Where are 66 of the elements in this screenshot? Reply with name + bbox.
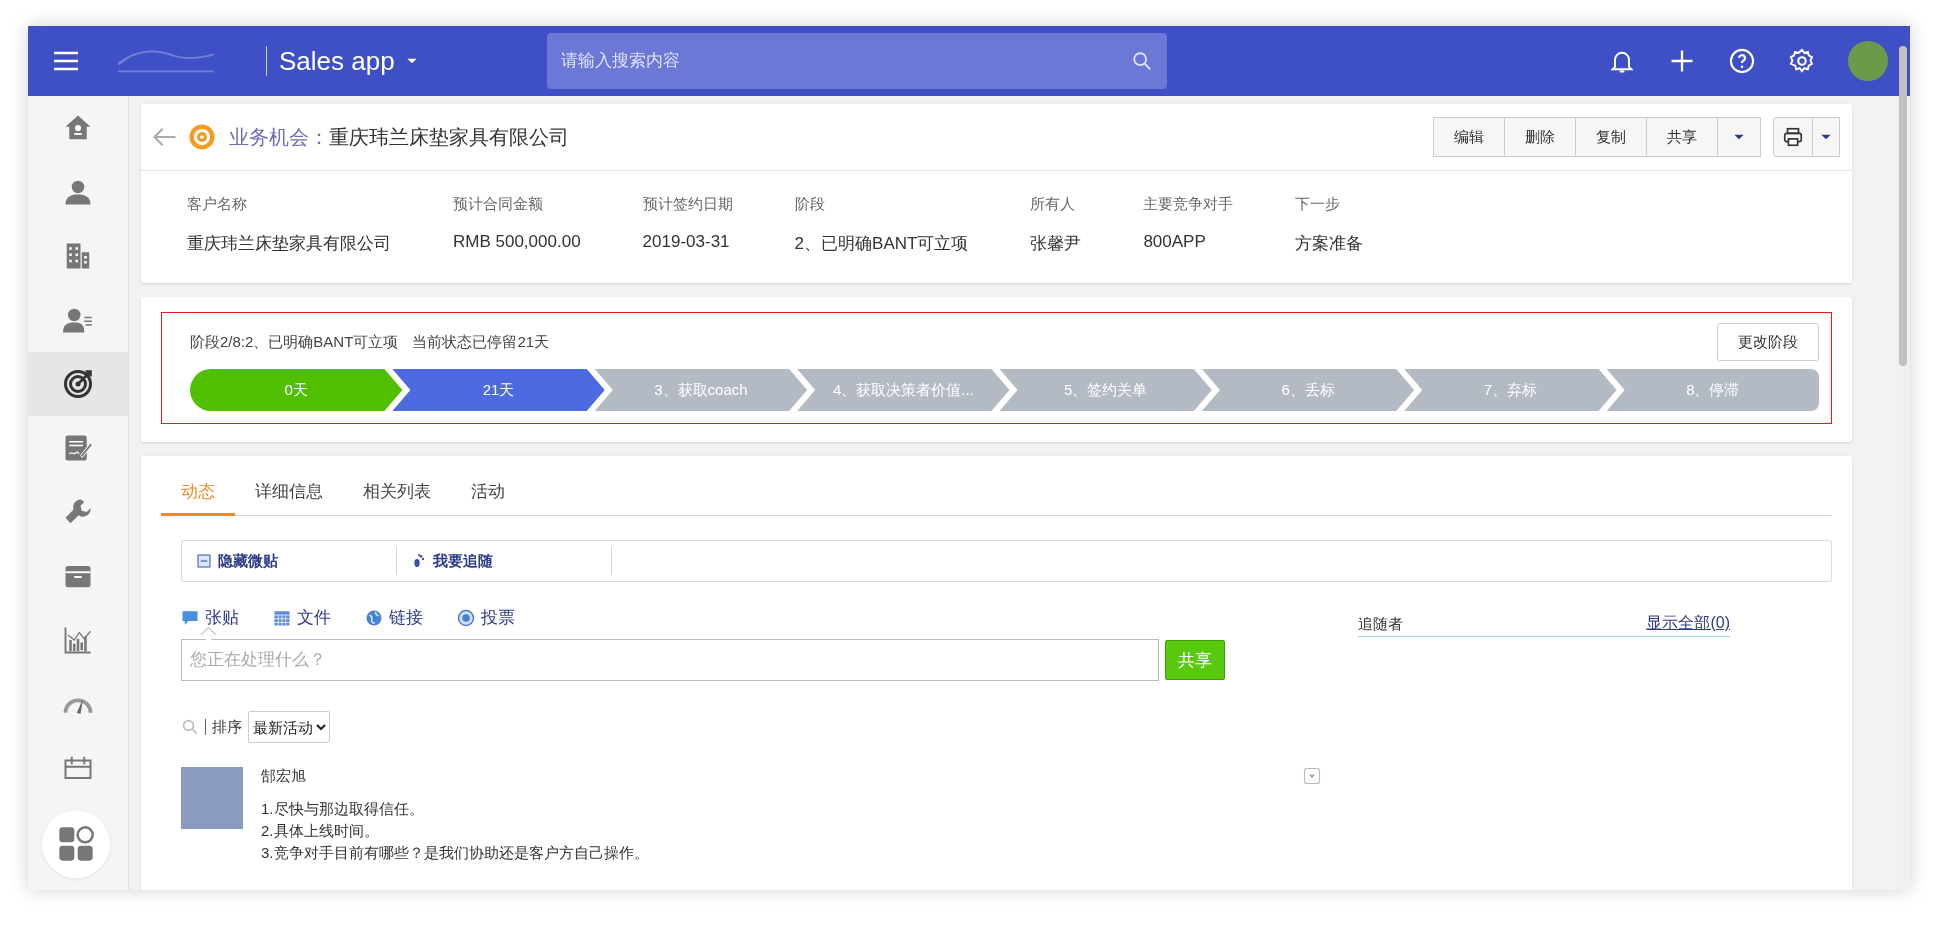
field-label: 预计合同金额 — [453, 195, 544, 214]
record-title: 重庆玮兰床垫家具有限公司 — [329, 124, 569, 150]
printer-icon — [1782, 126, 1804, 148]
app-switcher[interactable]: Sales app — [279, 45, 419, 77]
post-author[interactable]: 郜宏旭 — [261, 767, 306, 786]
photo-placeholder — [181, 767, 243, 829]
post-type-tab[interactable]: 张贴 — [181, 606, 239, 639]
field-label: 客户名称 — [187, 195, 248, 214]
avatar[interactable] — [1848, 41, 1888, 81]
globe-icon — [365, 608, 383, 627]
post-text: 3.竞争对手目前有哪些？是我们协助还是客户方自己操作。 — [261, 843, 650, 863]
collapse-icon — [196, 553, 212, 569]
field-value: 张馨尹 — [1030, 233, 1082, 255]
post-type-tab[interactable]: 文件 — [273, 606, 331, 639]
field-label: 预计签约日期 — [642, 195, 733, 214]
stage-summary: 阶段2/8:2、已明确BANT可立项 — [190, 332, 399, 352]
post-type-tab[interactable]: 投票 — [457, 606, 515, 639]
target-icon — [187, 122, 217, 152]
document-pen-icon — [63, 433, 93, 463]
settings-icon[interactable] — [1788, 47, 1816, 75]
change-stage-button[interactable]: 更改阶段 — [1717, 323, 1819, 361]
action-button[interactable]: 共享 — [1646, 117, 1718, 157]
sort-dropdown[interactable]: 最新活动 — [248, 711, 330, 743]
record-type: 业务机会： — [229, 124, 329, 150]
apps-button[interactable] — [42, 810, 110, 878]
help-icon[interactable] — [1728, 47, 1756, 75]
tab[interactable]: 活动 — [451, 474, 525, 516]
action-button[interactable]: 删除 — [1504, 117, 1576, 157]
stage-step[interactable]: 21天 — [392, 369, 605, 411]
speech-bubble-icon — [181, 608, 199, 627]
tiles-icon — [56, 824, 96, 864]
post-input[interactable]: 您正在处理什么？ — [181, 639, 1159, 681]
field-value: 800APP — [1143, 232, 1207, 252]
field-label: 所有人 — [1030, 195, 1077, 214]
action-button[interactable]: 复制 — [1575, 117, 1647, 157]
radio-icon — [457, 608, 475, 627]
target-icon — [63, 369, 93, 399]
logo-icon — [118, 49, 214, 73]
post-text: 1.尽快与那边取得信任。 — [261, 799, 425, 819]
footprint-icon — [411, 553, 427, 569]
action-button[interactable]: 编辑 — [1433, 117, 1505, 157]
tab[interactable]: 相关列表 — [343, 474, 451, 516]
calendar-grid-icon — [273, 608, 291, 627]
print-button[interactable] — [1773, 117, 1813, 157]
follow-button[interactable]: 我要追随 — [397, 547, 612, 575]
stage-duration: 当前状态已停留21天 — [412, 332, 550, 352]
field-value: 方案准备 — [1295, 233, 1364, 255]
search-field[interactable]: 请输入搜索内容 — [546, 33, 1167, 89]
sort-label: 排序 — [212, 717, 242, 737]
field-value: 2019-03-31 — [642, 232, 731, 252]
scrollbar-thumb[interactable] — [1899, 46, 1907, 366]
field-value: RMB 500,000.00 — [453, 232, 581, 252]
field-value: 重庆玮兰床垫家具有限公司 — [187, 233, 391, 255]
post-type-tab[interactable]: 链接 — [365, 606, 423, 639]
nav-item[interactable] — [28, 352, 128, 416]
field-label: 主要竞争对手 — [1143, 195, 1234, 214]
followers-heading: 追随者 — [1358, 615, 1403, 634]
field-value: 2、已明确BANT可立项 — [794, 233, 969, 255]
bar-chart-icon — [63, 625, 93, 655]
hide-posts-button[interactable]: 隐藏微贴 — [182, 547, 397, 575]
post-text: 2.具体上线时间。 — [261, 821, 380, 841]
show-all-link[interactable]: 显示全部(0) — [1646, 613, 1730, 634]
search-icon[interactable] — [1130, 50, 1153, 72]
field-label: 下一步 — [1295, 195, 1342, 214]
field-label: 阶段 — [794, 195, 826, 214]
tab[interactable]: 详细信息 — [235, 474, 343, 516]
